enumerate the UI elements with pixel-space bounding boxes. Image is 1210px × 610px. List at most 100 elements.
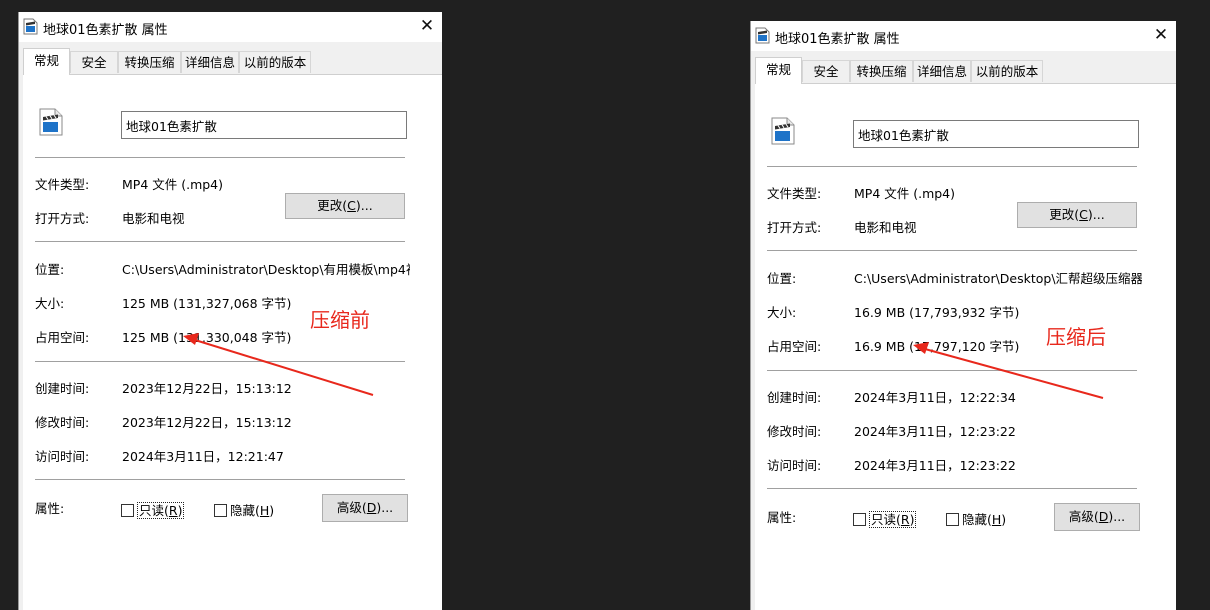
- open-with-value: 电影和电视: [854, 220, 917, 235]
- tab-details[interactable]: 详细信息: [913, 60, 971, 82]
- hidden-checkbox-label: 隐藏(H): [230, 503, 274, 518]
- properties-window-before: 地球01色素扩散 属性 ✕ 常规 安全 转换压缩 详细信息 以前的版本 文件类型…: [18, 12, 442, 610]
- general-panel: 文件类型: MP4 文件 (.mp4) 打开方式: 电影和电视 更改(C)...…: [755, 83, 1176, 610]
- size-on-disk-label: 占用空间:: [767, 339, 822, 354]
- divider: [35, 157, 405, 158]
- divider: [35, 241, 405, 242]
- tab-previous-versions[interactable]: 以前的版本: [239, 51, 311, 73]
- readonly-key: R: [168, 503, 178, 518]
- readonly-text: 只读(: [871, 512, 901, 527]
- tab-convert-compress[interactable]: 转换压缩: [850, 60, 913, 82]
- accessed-label: 访问时间:: [767, 458, 822, 473]
- filename-input[interactable]: [853, 120, 1139, 148]
- tab-bar: 常规 安全 转换压缩 详细信息 以前的版本: [755, 57, 1176, 84]
- readonly-key: R: [900, 512, 910, 527]
- tab-general[interactable]: 常规: [23, 48, 70, 75]
- location-label: 位置:: [35, 262, 65, 277]
- tab-previous-versions[interactable]: 以前的版本: [971, 60, 1043, 82]
- open-with-label: 打开方式:: [767, 220, 822, 235]
- readonly-checkbox-box[interactable]: [853, 513, 866, 526]
- advanced-button[interactable]: 高级(D)...: [322, 494, 408, 522]
- hidden-checkbox-box[interactable]: [946, 513, 959, 526]
- file-type-value: MP4 文件 (.mp4): [122, 177, 224, 192]
- divider: [767, 488, 1137, 489]
- file-type-value: MP4 文件 (.mp4): [854, 186, 956, 201]
- close-icon: ✕: [419, 16, 435, 36]
- tab-bar: 常规 安全 转换压缩 详细信息 以前的版本: [23, 48, 442, 75]
- hidden-suffix: ): [269, 503, 275, 518]
- advanced-button-label: 高级(: [336, 500, 367, 515]
- advanced-button-suffix: )...: [1108, 509, 1126, 524]
- change-button[interactable]: 更改(C)...: [285, 193, 405, 219]
- video-file-icon: [39, 108, 63, 136]
- accessed-value: 2024年3月11日，12:21:47: [122, 449, 284, 464]
- tab-details[interactable]: 详细信息: [181, 51, 239, 73]
- tab-security[interactable]: 安全: [70, 51, 118, 73]
- created-value: 2024年3月11日，12:22:34: [854, 390, 1016, 405]
- window-title: 地球01色素扩散 属性: [43, 23, 168, 38]
- window-title: 地球01色素扩散 属性: [775, 32, 900, 47]
- change-button[interactable]: 更改(C)...: [1017, 202, 1137, 228]
- change-button-key: C: [347, 198, 356, 213]
- hidden-checkbox[interactable]: 隐藏(H): [946, 509, 1006, 528]
- title-bar: 地球01色素扩散 属性 ✕: [751, 21, 1176, 51]
- created-value: 2023年12月22日，15:13:12: [122, 381, 292, 396]
- file-type-label: 文件类型:: [767, 186, 822, 201]
- readonly-checkbox[interactable]: 只读(R): [853, 509, 917, 528]
- tab-security[interactable]: 安全: [802, 60, 850, 82]
- hidden-checkbox[interactable]: 隐藏(H): [214, 500, 274, 519]
- advanced-button-key: D: [366, 500, 377, 515]
- size-label: 大小:: [767, 305, 797, 320]
- hidden-checkbox-label: 隐藏(H): [962, 512, 1006, 527]
- general-panel: 文件类型: MP4 文件 (.mp4) 打开方式: 电影和电视 更改(C)...…: [23, 74, 442, 610]
- advanced-button-label: 高级(: [1068, 509, 1099, 524]
- change-button-suffix: )...: [1087, 207, 1105, 222]
- tab-convert-compress[interactable]: 转换压缩: [118, 51, 181, 73]
- modified-value: 2024年3月11日，12:23:22: [854, 424, 1016, 439]
- hidden-text: 隐藏(: [962, 512, 992, 527]
- close-icon: ✕: [1153, 25, 1169, 45]
- video-file-icon: [755, 27, 770, 44]
- size-on-disk-value: 16.9 MB (17,797,120 字节): [854, 339, 1020, 354]
- filename-input[interactable]: [121, 111, 407, 139]
- readonly-checkbox-label: 只读(R): [137, 502, 185, 519]
- modified-label: 修改时间:: [767, 424, 822, 439]
- video-file-icon: [23, 18, 38, 35]
- divider: [767, 370, 1137, 371]
- divider: [767, 166, 1137, 167]
- advanced-button-suffix: )...: [376, 500, 394, 515]
- location-value: C:\Users\Administrator\Desktop\汇帮超级压缩器: [854, 271, 1142, 286]
- close-button[interactable]: ✕: [412, 12, 442, 42]
- hidden-checkbox-box[interactable]: [214, 504, 227, 517]
- location-label: 位置:: [767, 271, 797, 286]
- size-value: 125 MB (131,327,068 字节): [122, 296, 292, 311]
- video-file-icon: [771, 117, 795, 145]
- advanced-button-key: D: [1098, 509, 1109, 524]
- size-on-disk-value: 125 MB (131,330,048 字节): [122, 330, 292, 345]
- readonly-suffix: ): [909, 512, 915, 527]
- advanced-button[interactable]: 高级(D)...: [1054, 503, 1140, 531]
- properties-window-after: 地球01色素扩散 属性 ✕ 常规 安全 转换压缩 详细信息 以前的版本 文件类型…: [750, 21, 1176, 610]
- size-on-disk-label: 占用空间:: [35, 330, 90, 345]
- accessed-value: 2024年3月11日，12:23:22: [854, 458, 1016, 473]
- divider: [35, 479, 405, 480]
- tab-general[interactable]: 常规: [755, 57, 802, 84]
- hidden-suffix: ): [1001, 512, 1007, 527]
- location-value: C:\Users\Administrator\Desktop\有用模板\mp4视: [122, 262, 410, 277]
- open-with-value: 电影和电视: [122, 211, 185, 226]
- change-button-suffix: )...: [355, 198, 373, 213]
- accessed-label: 访问时间:: [35, 449, 90, 464]
- hidden-text: 隐藏(: [230, 503, 260, 518]
- hidden-key: H: [259, 503, 270, 518]
- readonly-text: 只读(: [139, 503, 169, 518]
- change-button-label: 更改(: [317, 198, 348, 213]
- close-button[interactable]: ✕: [1146, 21, 1176, 51]
- readonly-checkbox[interactable]: 只读(R): [121, 500, 185, 519]
- modified-value: 2023年12月22日，15:13:12: [122, 415, 292, 430]
- annotation-after-compression: 压缩后: [1046, 325, 1106, 349]
- created-label: 创建时间:: [767, 390, 822, 405]
- readonly-checkbox-box[interactable]: [121, 504, 134, 517]
- created-label: 创建时间:: [35, 381, 90, 396]
- annotation-before-compression: 压缩前: [310, 308, 370, 332]
- readonly-checkbox-label: 只读(R): [869, 511, 917, 528]
